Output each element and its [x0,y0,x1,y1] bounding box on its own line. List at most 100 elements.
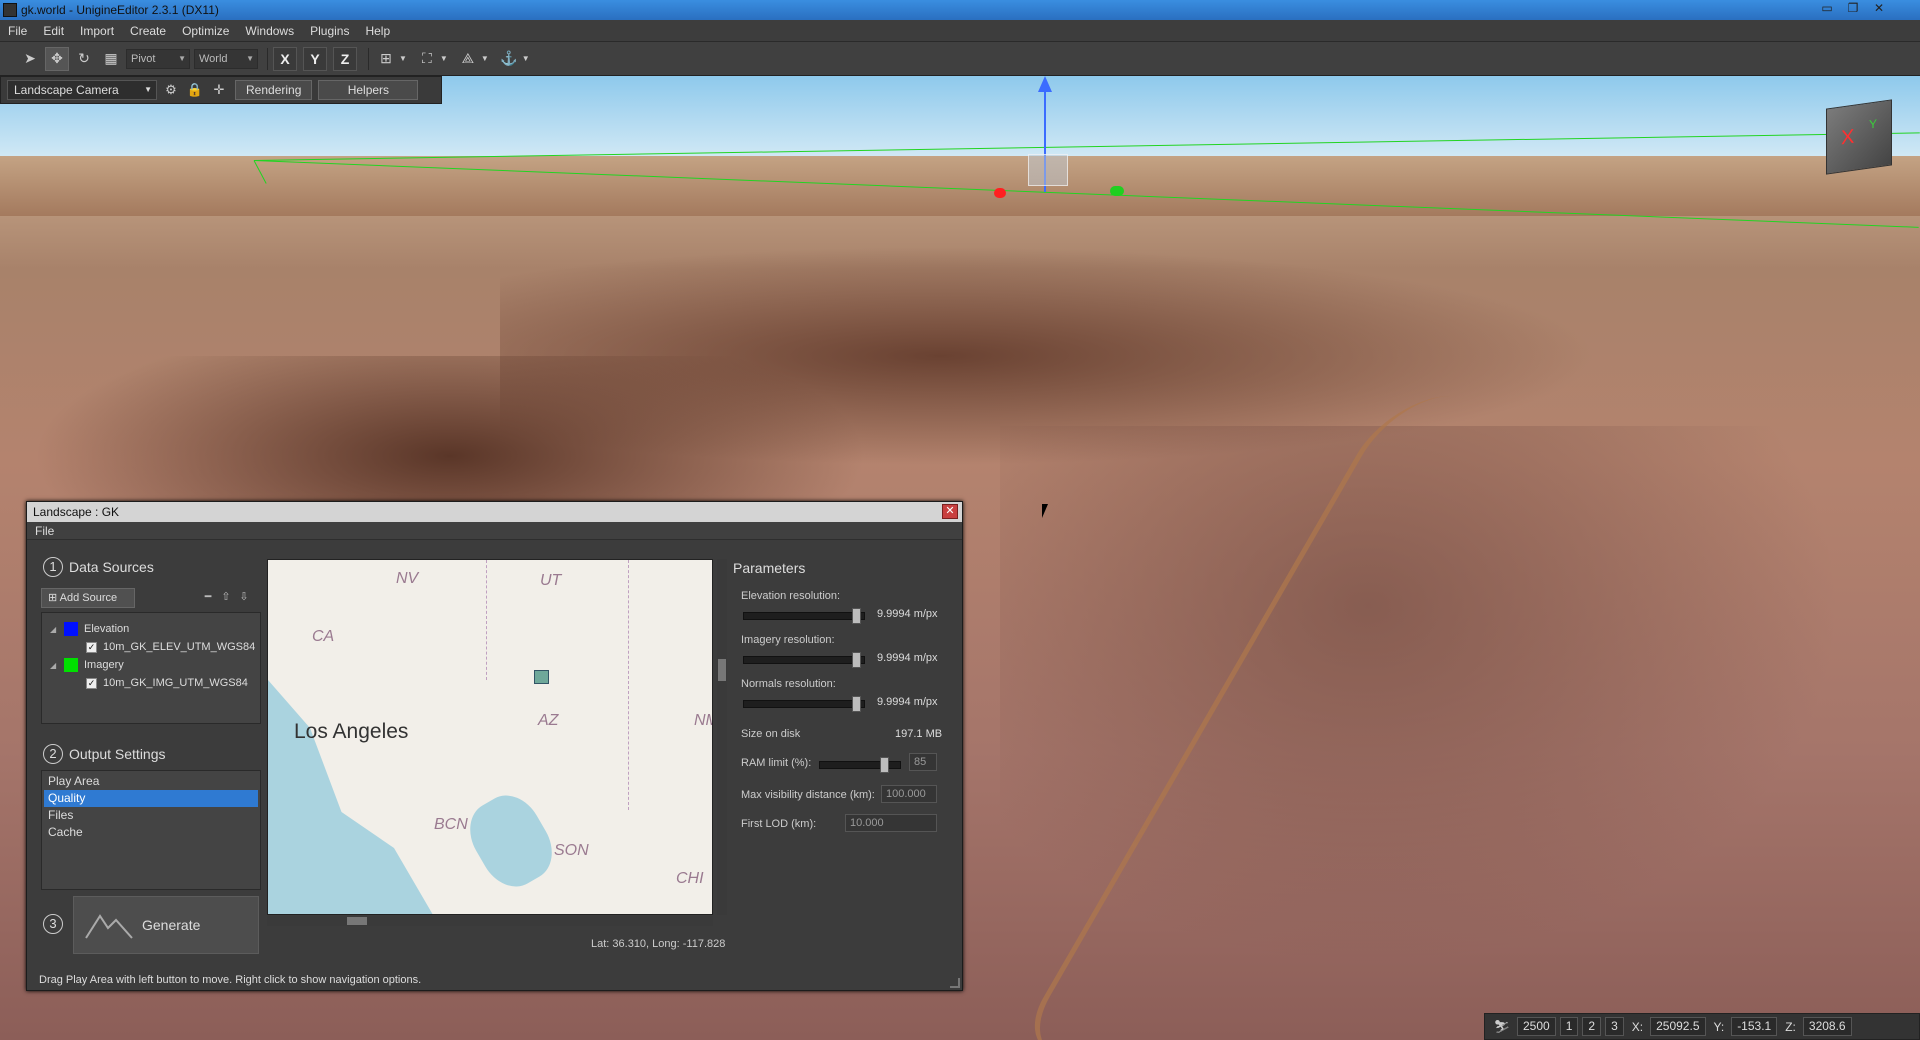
size-on-disk-value: 197.1 MB [895,728,943,740]
menu-create[interactable]: Create [122,20,174,42]
tree-item-imagery-file[interactable]: ✓ 10m_GK_IMG_UTM_WGS84 [86,675,248,691]
helpers-button[interactable]: Helpers [318,80,419,100]
gizmo-x-handle[interactable] [994,188,1006,198]
navigation-cube[interactable]: X Y [1826,99,1892,175]
normals-resolution-label: Normals resolution: [741,678,836,690]
placement-icon[interactable]: ⚓ [497,47,521,71]
elevation-resolution-slider[interactable] [743,608,865,624]
chevron-down-icon[interactable]: ▼ [440,54,448,63]
menu-file[interactable]: File [0,20,35,42]
collapse-arrow-icon[interactable]: ◢ [50,625,60,634]
tree-item-elevation[interactable]: ◢ Elevation [50,621,129,637]
preset-3-button[interactable]: 3 [1605,1017,1624,1036]
menu-optimize[interactable]: Optimize [174,20,237,42]
select-tool-icon[interactable]: ➤ [18,47,42,71]
scrollbar-thumb[interactable] [347,917,367,925]
preset-1-button[interactable]: 1 [1559,1017,1579,1036]
step-number: 2 [43,744,63,764]
remove-source-icon[interactable]: ━ [199,590,217,603]
dialog-titlebar[interactable]: Landscape : GK ✕ [27,502,962,522]
slider-knob[interactable] [851,608,861,624]
surface-snap-icon[interactable]: ⛶ [415,47,439,71]
list-item-files[interactable]: Files [44,807,258,824]
pivot-select[interactable]: Pivot ▼ [126,48,190,69]
chevron-down-icon[interactable]: ▼ [522,54,530,63]
elevation-label: Elevation [84,623,130,635]
menu-windows[interactable]: Windows [237,20,302,42]
restore-button[interactable]: ❐ [1840,1,1866,17]
collapse-arrow-icon[interactable]: ◢ [50,661,60,670]
step-data-sources: 1 Data Sources [43,557,154,577]
close-window-button[interactable]: ✕ [1866,1,1892,17]
move-tool-icon[interactable]: ✥ [45,46,69,71]
toolbar-divider [267,47,268,70]
imagery-color-swatch [64,658,78,672]
list-item-play-area[interactable]: Play Area [44,773,258,790]
scrollbar-thumb[interactable] [718,659,726,681]
step-label: Data Sources [69,559,154,575]
dialog-title: Landscape : GK [33,505,120,519]
play-area-marker[interactable] [534,670,549,684]
resize-grip-icon[interactable] [950,978,960,988]
dialog-menu-file[interactable]: File [27,522,962,540]
angle-snap-icon[interactable]: ⟁ [456,47,480,71]
checkbox-checked-icon[interactable]: ✓ [86,677,97,689]
minimize-button[interactable]: ▭ [1814,1,1840,17]
map-horizontal-scrollbar[interactable] [267,916,713,926]
axis-x-button[interactable]: X [273,46,297,71]
first-lod-label: First LOD (km): [741,818,817,830]
menu-bar: File Edit Import Create Optimize Windows… [0,20,1920,42]
map-vertical-scrollbar[interactable] [717,559,727,915]
menu-edit[interactable]: Edit [35,20,72,42]
normals-resolution-slider[interactable] [743,696,865,712]
move-down-icon[interactable]: ⇩ [235,590,253,603]
map-label-son: SON [554,842,589,859]
menu-help[interactable]: Help [357,20,398,42]
move-up-icon[interactable]: ⇧ [217,590,235,603]
lock-icon[interactable]: 🔒 [185,80,205,100]
ram-limit-field[interactable]: 85 [909,753,937,771]
list-item-cache[interactable]: Cache [44,824,258,841]
add-source-button[interactable]: ⊞ Add Source [41,588,135,608]
axis-y-button[interactable]: Y [303,46,327,71]
slider-knob[interactable] [851,652,861,668]
landscape-dialog: Landscape : GK ✕ File 1 Data Sources ⊞ A… [26,501,963,991]
gizmo-y-handle[interactable] [1110,186,1124,196]
max-visibility-field[interactable]: 100.000 [881,785,937,803]
source-tools: ━ ⇧ ⇩ [199,590,253,603]
scale-tool-icon[interactable]: ▦ [99,47,123,71]
menu-plugins[interactable]: Plugins [302,20,357,42]
slider-knob[interactable] [851,696,861,712]
menu-import[interactable]: Import [72,20,122,42]
imagery-resolution-slider[interactable] [743,652,865,668]
chevron-down-icon[interactable]: ▼ [399,54,407,63]
slider-knob[interactable] [880,757,890,773]
generate-button[interactable]: Generate [73,896,259,954]
camera-select[interactable]: Landscape Camera ▼ [7,80,157,100]
space-select[interactable]: World ▼ [194,48,258,69]
tree-item-imagery[interactable]: ◢ Imagery [50,657,124,673]
map-view[interactable]: NV UT CA AZ NM BCN SON CHI Los Angeles [267,559,713,915]
gear-icon[interactable]: ⚙ [161,80,181,100]
rendering-button[interactable]: Rendering [235,80,313,100]
imagery-resolution-value: 9.9994 m/px [877,652,938,664]
gizmo-center[interactable] [1028,154,1068,186]
camera-speed-field[interactable]: 2500 [1517,1017,1556,1036]
checkbox-checked-icon[interactable]: ✓ [86,641,97,653]
chevron-down-icon[interactable]: ▼ [481,54,489,63]
toolbar-divider [368,47,369,70]
tree-item-elevation-file[interactable]: ✓ 10m_GK_ELEV_UTM_WGS84 [86,639,255,655]
first-lod-field[interactable]: 10.000 [845,814,937,832]
add-source-label: Add Source [59,592,118,604]
max-visibility-label: Max visibility distance (km): [741,789,875,801]
axis-z-button[interactable]: Z [333,46,357,71]
preset-2-button[interactable]: 2 [1582,1017,1602,1036]
crosshair-icon[interactable]: ✛ [209,80,229,100]
mouse-cursor-icon [1042,504,1054,518]
rotate-tool-icon[interactable]: ↻ [72,47,96,71]
grid-snap-icon[interactable]: ⊞ [374,47,398,71]
ram-limit-slider[interactable] [819,757,901,773]
list-item-quality[interactable]: Quality [44,790,258,807]
close-icon[interactable]: ✕ [942,504,958,519]
map-gulf [458,784,564,898]
